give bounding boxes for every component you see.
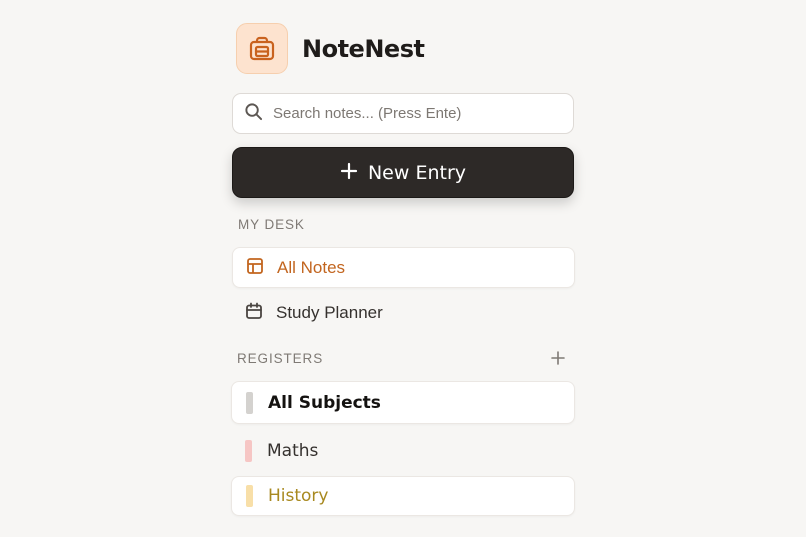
new-entry-label: New Entry bbox=[367, 161, 467, 184]
nav-item-label: All Notes bbox=[277, 257, 346, 277]
briefcase-icon bbox=[236, 23, 288, 74]
nav-item-label: Study Planner bbox=[276, 302, 383, 322]
calendar-icon bbox=[245, 302, 263, 324]
plus-icon bbox=[551, 350, 565, 369]
app-window: NoteNest New Entry MY DESK All Notes bbox=[0, 0, 806, 537]
brand-header: NoteNest bbox=[236, 23, 425, 74]
register-color-swatch bbox=[246, 485, 253, 507]
register-label: History bbox=[268, 486, 329, 506]
app-title: NoteNest bbox=[302, 34, 425, 63]
nav-item-all-notes[interactable]: All Notes bbox=[232, 247, 575, 288]
register-label: Maths bbox=[267, 440, 319, 461]
register-color-swatch bbox=[246, 391, 253, 414]
plus-icon bbox=[340, 162, 358, 184]
search-box[interactable] bbox=[232, 93, 574, 134]
register-item-history[interactable]: History bbox=[231, 476, 575, 516]
search-icon bbox=[244, 102, 263, 125]
layout-icon bbox=[246, 257, 264, 279]
my-desk-heading: MY DESK bbox=[238, 217, 305, 232]
new-entry-button[interactable]: New Entry bbox=[232, 147, 574, 198]
registers-heading: REGISTERS bbox=[237, 351, 324, 366]
register-item-maths[interactable]: Maths bbox=[231, 429, 575, 472]
add-register-button[interactable] bbox=[548, 349, 568, 369]
search-input[interactable] bbox=[273, 105, 553, 122]
nav-item-study-planner[interactable]: Study Planner bbox=[232, 292, 575, 333]
register-item-all-subjects[interactable]: All Subjects bbox=[231, 381, 575, 424]
register-label: All Subjects bbox=[268, 392, 381, 413]
register-color-swatch bbox=[245, 439, 252, 462]
